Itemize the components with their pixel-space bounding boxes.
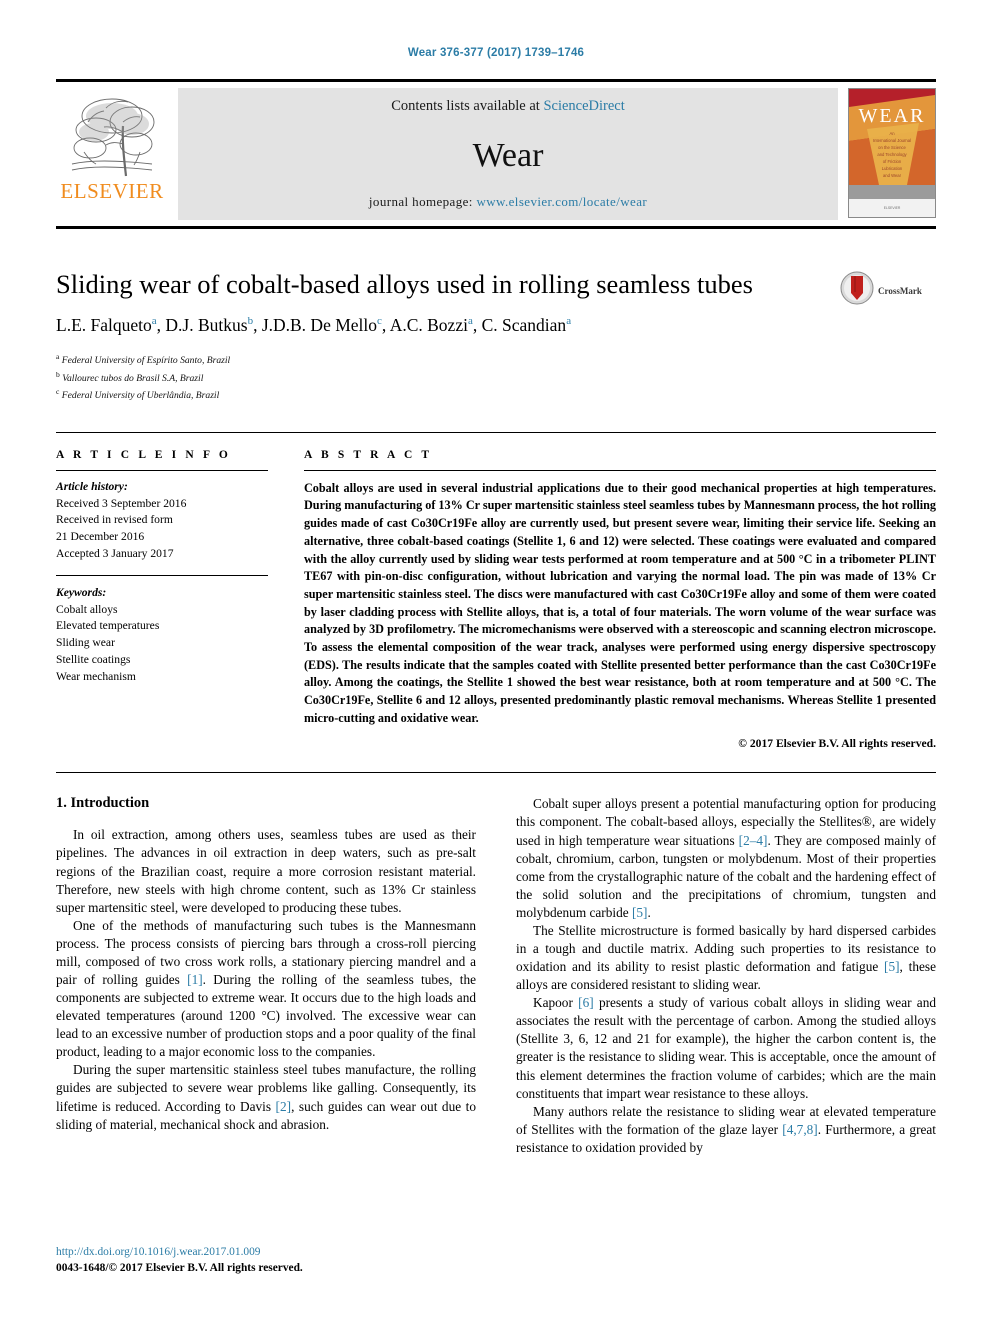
crossmark-label: CrossMark xyxy=(878,285,922,296)
paragraph: Cobalt super alloys present a potential … xyxy=(516,796,936,920)
paragraph: The Stellite microstructure is formed ba… xyxy=(516,922,936,993)
section-heading-introduction: 1. Introduction xyxy=(56,795,150,812)
author-name: A.C. Bozzi xyxy=(389,315,468,336)
elsevier-wordmark: ELSEVIER xyxy=(60,179,164,203)
affiliation-text: Vallourec tubos do Brasil S.A, Brazil xyxy=(62,372,204,384)
paragraph: One of the methods of manufacturing such… xyxy=(56,917,477,1060)
author-name: J.D.B. De Mello xyxy=(261,315,378,336)
affiliation-text: Federal University of Espírito Santo, Br… xyxy=(61,355,231,367)
author-affil-mark: b xyxy=(247,315,254,328)
paragraph: In oil extraction, among others uses, se… xyxy=(56,827,476,915)
article-history-label: Article history: xyxy=(56,479,128,493)
keyword-item: Sliding wear xyxy=(56,636,115,650)
body-columns: 1. Introduction In oil extraction, among… xyxy=(56,795,936,1157)
abstract-heading: A B S T R A C T xyxy=(304,448,433,461)
svg-text:Lubrication: Lubrication xyxy=(882,166,903,171)
journal-cover-thumbnail[interactable]: WEAR An International Journal on the Sci… xyxy=(848,88,936,218)
issn-copyright-line: 0043-1648/© 2017 Elsevier B.V. All right… xyxy=(56,1262,303,1275)
paragraph: Kapoor [6] presents a study of various c… xyxy=(516,995,937,1101)
svg-text:and Wear: and Wear xyxy=(883,173,902,178)
contents-prefix: Contents lists available at xyxy=(391,98,544,114)
author-item[interactable]: L.E. Falquetoa xyxy=(56,315,157,335)
crossmark-icon xyxy=(840,271,874,310)
page-footer: http://dx.doi.org/10.1016/j.wear.2017.01… xyxy=(56,1244,303,1277)
keywords-group: Keywords: Cobalt alloys Elevated tempera… xyxy=(56,574,268,686)
journal-band: Contents lists available at ScienceDirec… xyxy=(178,88,838,220)
journal-article-page: Wear 376-377 (2017) 1739–1746 ELSEVIER C… xyxy=(0,0,992,1323)
journal-homepage-line: journal homepage: www.elsevier.com/locat… xyxy=(369,194,647,210)
svg-text:on the Science: on the Science xyxy=(878,145,906,150)
svg-text:WEAR: WEAR xyxy=(859,105,926,127)
contents-line: Contents lists available at ScienceDirec… xyxy=(391,98,625,115)
elsevier-tree-icon xyxy=(66,92,158,180)
copyright-line: © 2017 Elsevier B.V. All rights reserved… xyxy=(738,737,936,751)
svg-text:ELSEVIER: ELSEVIER xyxy=(884,206,901,210)
paragraph: Many authors relate the resistance to sl… xyxy=(516,1103,936,1155)
author-affil-mark: a xyxy=(566,315,572,328)
elsevier-logo: ELSEVIER xyxy=(56,88,168,220)
sciencedirect-link[interactable]: ScienceDirect xyxy=(543,98,624,114)
author-item[interactable]: C. Scandiana xyxy=(482,315,571,335)
author-name: L.E. Falqueto xyxy=(56,315,152,336)
journal-cover-art: WEAR An International Journal on the Sci… xyxy=(849,89,935,217)
crossmark-badge[interactable]: CrossMark xyxy=(840,269,936,310)
svg-text:International Journal: International Journal xyxy=(873,138,911,143)
history-item: 21 December 2016 xyxy=(56,530,145,544)
author-item[interactable]: A.C. Bozzia xyxy=(390,315,473,335)
article-info-heading: A R T I C L E I N F O xyxy=(56,448,231,461)
author-item[interactable]: D.J. Butkusb xyxy=(165,315,253,335)
affiliation-mark: c xyxy=(56,387,60,397)
article-info-column: A R T I C L E I N F O Article history: R… xyxy=(56,449,268,751)
author-name: D.J. Butkus xyxy=(165,315,248,336)
affiliation-item: b Vallourec tubos do Brasil S.A, Brazil xyxy=(56,369,826,387)
history-item: Accepted 3 January 2017 xyxy=(56,546,174,560)
abstract-column: A B S T R A C T Cobalt alloys are used i… xyxy=(304,448,936,751)
keywords-label: Keywords: xyxy=(56,585,107,599)
body-column-left: 1. Introduction In oil extraction, among… xyxy=(56,795,476,1157)
journal-homepage-link[interactable]: www.elsevier.com/locate/wear xyxy=(476,194,647,209)
homepage-prefix: journal homepage: xyxy=(368,194,477,209)
affiliation-text: Federal University of Uberlândia, Brazil xyxy=(61,390,220,402)
author-affil-mark: a xyxy=(151,315,157,328)
affiliation-item: a Federal University of Espírito Santo, … xyxy=(56,351,826,369)
affiliation-list: a Federal University of Espírito Santo, … xyxy=(56,351,826,404)
divider xyxy=(56,772,936,774)
affiliation-mark: a xyxy=(56,352,60,362)
svg-text:An: An xyxy=(889,131,895,136)
page-title: Sliding wear of cobalt-based alloys used… xyxy=(56,269,753,299)
author-affil-mark: c xyxy=(377,315,382,328)
author-item[interactable]: J.D.B. De Melloc xyxy=(262,315,382,335)
keyword-item: Stellite coatings xyxy=(56,652,131,666)
author-name: C. Scandian xyxy=(481,315,567,336)
journal-title: Wear xyxy=(472,136,544,174)
article-history-group: Article history: Received 3 September 20… xyxy=(56,471,268,563)
running-head: Wear 376-377 (2017) 1739–1746 xyxy=(407,47,585,59)
history-item: Received in revised form xyxy=(56,513,173,527)
affiliation-item: c Federal University of Uberlândia, Braz… xyxy=(56,386,826,404)
keyword-item: Cobalt alloys xyxy=(56,602,118,616)
author-affil-mark: a xyxy=(467,315,473,328)
journal-masthead: ELSEVIER Contents lists available at Sci… xyxy=(56,79,936,229)
keyword-item: Wear mechanism xyxy=(56,669,136,683)
doi-link[interactable]: http://dx.doi.org/10.1016/j.wear.2017.01… xyxy=(56,1244,303,1261)
paragraph: During the super martensitic stainless s… xyxy=(56,1062,476,1132)
svg-text:and Technology: and Technology xyxy=(877,152,907,157)
info-abstract-section: A R T I C L E I N F O Article history: R… xyxy=(56,431,936,751)
abstract-text: Cobalt alloys are used in several indust… xyxy=(304,480,936,725)
history-item: Received 3 September 2016 xyxy=(56,496,187,510)
keyword-item: Elevated temperatures xyxy=(56,619,160,633)
affiliation-mark: b xyxy=(56,369,60,379)
body-column-right: Cobalt super alloys present a potential … xyxy=(516,795,936,1157)
svg-text:of Friction: of Friction xyxy=(883,159,902,164)
author-list: L.E. Falquetoa, D.J. Butkusb, J.D.B. De … xyxy=(56,315,572,336)
title-block: Sliding wear of cobalt-based alloys used… xyxy=(56,269,936,404)
